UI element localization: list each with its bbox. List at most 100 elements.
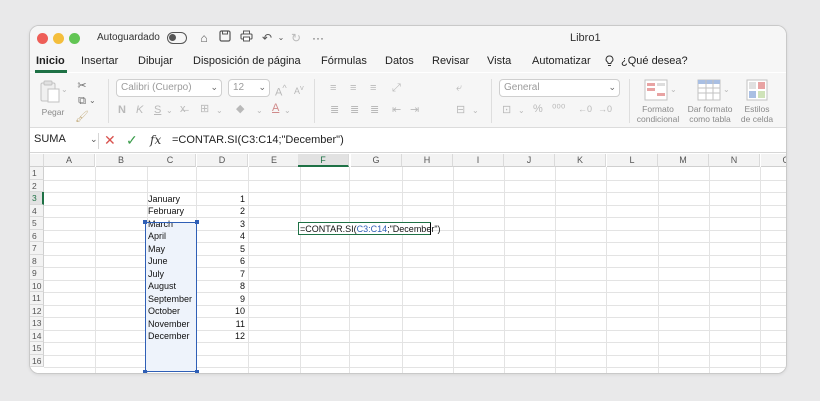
tab-insertar[interactable]: Insertar bbox=[81, 55, 118, 67]
column-header-i[interactable]: I bbox=[453, 154, 504, 167]
cell-d13[interactable]: 11 bbox=[197, 318, 245, 330]
cancel-icon[interactable]: ✕ bbox=[104, 132, 116, 148]
minimize-window-button[interactable] bbox=[53, 33, 64, 44]
conditional-format-icon[interactable] bbox=[644, 79, 668, 101]
row-header-13[interactable]: 13 bbox=[30, 317, 44, 330]
cell-c3[interactable]: January bbox=[148, 193, 180, 205]
fill-dropdown-icon[interactable]: ⌄ bbox=[256, 104, 263, 118]
undo-dropdown-icon[interactable]: ⌄ bbox=[273, 30, 289, 46]
font-color-dropdown-icon[interactable]: ⌄ bbox=[284, 104, 291, 118]
row-header-4[interactable]: 4 bbox=[30, 204, 44, 217]
column-header-f[interactable]: F bbox=[298, 154, 349, 167]
align-right-icon[interactable]: ≣ bbox=[370, 103, 379, 117]
cell-d12[interactable]: 10 bbox=[197, 305, 245, 317]
autosave-toggle[interactable] bbox=[167, 32, 187, 44]
spreadsheet-grid[interactable]: ABCDEFGHIJKLMNO 12345678910111213141516 … bbox=[30, 154, 786, 373]
row-header-2[interactable]: 2 bbox=[30, 179, 44, 192]
wrap-text-icon[interactable]: ⤶ bbox=[456, 81, 462, 95]
row-header-10[interactable]: 10 bbox=[30, 279, 44, 292]
enter-icon[interactable]: ✓ bbox=[126, 132, 138, 148]
format-as-table-dropdown-icon[interactable]: ⌄ bbox=[723, 83, 730, 97]
more-icon[interactable]: ··· bbox=[310, 30, 326, 46]
copy-icon[interactable]: ⧉ bbox=[75, 94, 89, 108]
row-header-14[interactable]: 14 bbox=[30, 329, 44, 342]
cell-d14[interactable]: 12 bbox=[197, 330, 245, 342]
increase-indent-icon[interactable]: ⇥ bbox=[410, 103, 419, 117]
tab-automatizar[interactable]: Automatizar bbox=[532, 55, 591, 67]
borders-icon[interactable]: ⊞ bbox=[200, 102, 209, 116]
accounting-dropdown-icon[interactable]: ⌄ bbox=[518, 104, 525, 118]
column-header-g[interactable]: G bbox=[351, 154, 402, 167]
column-header-h[interactable]: H bbox=[402, 154, 453, 167]
align-left-icon[interactable]: ≣ bbox=[330, 103, 339, 117]
tab-datos[interactable]: Datos bbox=[385, 55, 414, 67]
italic-button[interactable]: K bbox=[136, 103, 143, 117]
save-icon[interactable] bbox=[217, 30, 233, 46]
tab-revisar[interactable]: Revisar bbox=[432, 55, 469, 67]
column-header-e[interactable]: E bbox=[249, 154, 300, 167]
home-icon[interactable]: ⌂ bbox=[196, 30, 212, 46]
tab-vista[interactable]: Vista bbox=[487, 55, 511, 67]
tell-me-search[interactable]: ¿Qué desea? bbox=[621, 55, 688, 67]
underline-button[interactable]: S bbox=[154, 103, 161, 117]
align-middle-icon[interactable]: ≡ bbox=[350, 81, 356, 95]
column-header-a[interactable]: A bbox=[44, 154, 95, 167]
row-header-16[interactable]: 16 bbox=[30, 354, 44, 367]
tab-dibujar[interactable]: Dibujar bbox=[138, 55, 173, 67]
column-header-l[interactable]: L bbox=[607, 154, 658, 167]
row-header-3[interactable]: 3 bbox=[30, 192, 44, 205]
row-header-15[interactable]: 15 bbox=[30, 342, 44, 355]
lightbulb-icon[interactable] bbox=[605, 55, 614, 70]
comma-style-icon[interactable]: ⁰⁰⁰ bbox=[552, 102, 565, 116]
range-handle-top-right[interactable] bbox=[195, 220, 199, 224]
column-header-k[interactable]: K bbox=[555, 154, 606, 167]
column-header-c[interactable]: C bbox=[145, 154, 196, 167]
column-header-b[interactable]: B bbox=[96, 154, 147, 167]
range-handle-top-left[interactable] bbox=[143, 220, 147, 224]
range-handle-bottom-left[interactable] bbox=[143, 370, 147, 373]
column-header-o[interactable]: O bbox=[761, 154, 786, 167]
range-handle-bottom-right[interactable] bbox=[195, 370, 199, 373]
merge-center-icon[interactable]: ⊟ bbox=[456, 103, 465, 117]
cell-d9[interactable]: 7 bbox=[197, 268, 245, 280]
insert-function-button[interactable]: fx bbox=[150, 132, 161, 148]
bold-button[interactable]: N bbox=[118, 103, 126, 117]
increase-decimal-icon[interactable]: ←0 bbox=[578, 102, 592, 116]
borders-dropdown-icon[interactable]: ⌄ bbox=[216, 104, 223, 118]
align-center-icon[interactable]: ≣ bbox=[350, 103, 359, 117]
column-header-m[interactable]: M bbox=[658, 154, 709, 167]
merge-dropdown-icon[interactable]: ⌄ bbox=[472, 104, 479, 118]
cell-d11[interactable]: 9 bbox=[197, 293, 245, 305]
row-header-9[interactable]: 9 bbox=[30, 267, 44, 280]
row-header-6[interactable]: 6 bbox=[30, 229, 44, 242]
cell-c4[interactable]: February bbox=[148, 205, 184, 217]
font-size-select[interactable]: 12 ⌄ bbox=[228, 79, 270, 97]
print-icon[interactable] bbox=[238, 30, 254, 46]
increase-font-icon[interactable]: A^ bbox=[275, 81, 287, 100]
paste-dropdown-icon[interactable]: ⌄ bbox=[61, 83, 68, 97]
strikethrough-icon[interactable]: x̶ bbox=[180, 102, 186, 116]
column-header-d[interactable]: D bbox=[197, 154, 248, 167]
underline-dropdown-icon[interactable]: ⌄ bbox=[166, 104, 173, 118]
formula-input[interactable]: =CONTAR.SI(C3:C14;"December") bbox=[172, 134, 344, 146]
paste-icon[interactable] bbox=[39, 79, 61, 103]
tab-formulas[interactable]: Fórmulas bbox=[321, 55, 367, 67]
align-top-icon[interactable]: ≡ bbox=[330, 81, 336, 95]
column-header-j[interactable]: J bbox=[504, 154, 555, 167]
row-header-7[interactable]: 7 bbox=[30, 242, 44, 255]
tab-inicio[interactable]: Inicio bbox=[36, 55, 65, 67]
number-format-select[interactable]: General ⌄ bbox=[499, 79, 620, 97]
cell-styles-icon[interactable] bbox=[746, 79, 768, 101]
format-painter-icon[interactable]: 🖌 bbox=[75, 110, 89, 124]
accounting-format-icon[interactable]: ⊡ bbox=[502, 103, 511, 117]
decrease-font-icon[interactable]: Av bbox=[294, 81, 304, 98]
row-header-1[interactable]: 1 bbox=[30, 167, 44, 180]
tab-disposicion[interactable]: Disposición de página bbox=[193, 55, 301, 67]
row-header-5[interactable]: 5 bbox=[30, 217, 44, 230]
cut-icon[interactable]: ✂ bbox=[75, 79, 89, 93]
zoom-window-button[interactable] bbox=[69, 33, 80, 44]
cell-d5[interactable]: 3 bbox=[197, 218, 245, 230]
cell-d4[interactable]: 2 bbox=[197, 205, 245, 217]
cell-d3[interactable]: 1 bbox=[197, 193, 245, 205]
chevron-down-icon[interactable]: ⌄ bbox=[90, 134, 98, 145]
